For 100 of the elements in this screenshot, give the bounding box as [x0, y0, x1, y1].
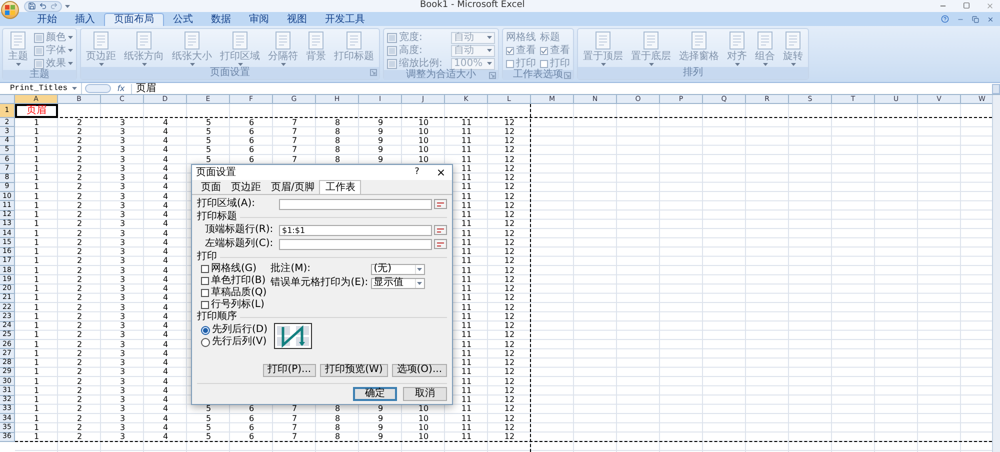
table-cell-text: 11 [460, 358, 473, 368]
table-cell-text: 12 [503, 174, 516, 183]
dialog-button[interactable]: 取消 [403, 386, 447, 401]
table-cell-text: 4 [162, 210, 170, 220]
dialog-tab[interactable]: 工作表 [319, 180, 362, 194]
dropdown-field[interactable]: (无) [370, 264, 425, 275]
dialog-tab[interactable]: 页眉/页脚 [266, 182, 320, 194]
table-cell-text: 11 [460, 322, 473, 331]
table-cell-text: 1 [32, 368, 40, 377]
table-cell-text: 5 [204, 404, 212, 414]
table-cell-text: 4 [162, 201, 170, 210]
table-cell-text: 1 [32, 303, 40, 312]
table-cell-text: 1 [32, 423, 40, 432]
table-cell-text: 11 [460, 368, 473, 377]
table-cell-text: 9 [376, 136, 384, 146]
table-cell-text: 2 [76, 146, 84, 155]
dialog-button[interactable]: 确定 [353, 386, 397, 401]
table-cell-text: 4 [162, 256, 170, 266]
table-cell-text: 8 [334, 136, 342, 146]
table-cell-text: 12 [503, 248, 516, 257]
radio-button[interactable]: 先列后行(D) [201, 324, 268, 336]
close-button[interactable]: × [434, 167, 448, 178]
ribbon-tab[interactable]: 开始 [28, 13, 66, 26]
dialog-tab[interactable]: 页面 [196, 182, 226, 194]
table-cell-text: 4 [162, 127, 170, 136]
table-cell-text: 11 [460, 155, 473, 164]
table-cell-text: 1 [32, 118, 40, 128]
table-cell-text: 12 [503, 404, 516, 414]
table-cell-text: 8 [334, 146, 342, 155]
table-cell-text: 8 [334, 404, 342, 414]
table-cell-text: 11 [460, 118, 473, 128]
table-cell-text: 3 [118, 340, 126, 350]
dialog-button[interactable]: 打印预览(W) [320, 364, 388, 377]
formula-field[interactable]: 页眉 [131, 84, 989, 94]
table-cell-text: 3 [118, 358, 126, 368]
table-cell-text: 11 [460, 266, 473, 276]
table-cell-text: 6 [248, 432, 256, 442]
table-cell-text: 12 [503, 136, 516, 146]
checkbox[interactable]: 网格线(G) [201, 263, 267, 276]
table-cell-text: 1 [32, 210, 40, 220]
field-label: 错误单元格打印为(E): [270, 278, 370, 288]
ribbon-tab[interactable]: 插入 [66, 13, 104, 26]
table-cell-text: 3 [118, 423, 126, 432]
table-cell-text: 4 [162, 303, 170, 312]
table-cell-text: 3 [118, 182, 126, 192]
table-cell-text: 1 [32, 238, 40, 248]
table-cell-text: 2 [76, 330, 84, 340]
ribbon-tab[interactable]: 审阅 [240, 13, 278, 26]
checkbox[interactable]: 单色打印(B) [201, 275, 267, 288]
table-cell-text: 2 [76, 377, 84, 386]
table-cell-text: 2 [76, 275, 84, 284]
group-heading: 网格线 [506, 31, 536, 44]
table-cell-text: 2 [76, 118, 84, 128]
section-heading: 打印标题 [197, 212, 237, 222]
radio-button[interactable]: 先行后列(V) [201, 336, 268, 348]
help-button[interactable]: ? [410, 168, 424, 178]
ribbon-tab[interactable]: 开发工具 [316, 13, 374, 26]
table-cell-text: 4 [162, 284, 170, 294]
table-cell-text: 12 [503, 340, 516, 350]
table-cell-text: 11 [460, 182, 473, 192]
table-cell-text: 2 [76, 136, 84, 146]
group-label: 主题 [30, 70, 50, 80]
table-cell-text: 12 [503, 155, 516, 164]
table-cell-text: 7 [290, 155, 298, 164]
dropdown-field[interactable]: 显示值 [370, 278, 425, 289]
table-cell-text: 4 [162, 340, 170, 350]
dialog-button[interactable]: 选项(O)... [392, 364, 447, 377]
input-field[interactable]: $1:$1 [279, 224, 432, 236]
table-cell-text: 11 [460, 303, 473, 312]
table-cell-text: 1 [32, 256, 40, 266]
table-cell-text: 12 [503, 396, 516, 405]
group-label: 工作表选项 [513, 70, 563, 80]
table-cell-text: 3 [118, 294, 126, 303]
ribbon-tab[interactable]: 公式 [164, 13, 202, 26]
table-cell-text: 7 [290, 423, 298, 432]
ribbon-tab[interactable]: 页面布局 [104, 13, 164, 26]
checkbox[interactable]: 行号列标(L) [201, 299, 267, 312]
table-cell-text: 4 [162, 229, 170, 238]
table-cell-text: 2 [76, 210, 84, 220]
table-cell-text: 1 [32, 164, 40, 174]
table-cell-text: 11 [460, 340, 473, 350]
table-cell-text: 6 [248, 155, 256, 164]
table-cell-text: 6 [248, 136, 256, 146]
table-cell-text: 1 [32, 266, 40, 276]
checkbox[interactable]: 草稿品质(Q) [201, 287, 267, 300]
ribbon-tab[interactable]: 视图 [278, 13, 316, 26]
insert-function-button[interactable]: fx [114, 84, 128, 92]
table-cell-text: 10 [417, 127, 430, 136]
table-cell-text: 1 [32, 377, 40, 386]
name-box[interactable]: Print_Titles [0, 83, 82, 94]
ribbon-tab[interactable]: 数据 [202, 13, 240, 26]
table-cell-text: 11 [460, 201, 473, 210]
dialog-tab[interactable]: 页边距 [226, 182, 266, 194]
table-cell-text: 5 [204, 136, 212, 146]
table-cell-text: 4 [162, 155, 170, 164]
table-cell-text: 11 [460, 386, 473, 396]
table-cell-text: 3 [118, 349, 126, 358]
table-cell-text: 4 [162, 312, 170, 322]
table-cell-text: 3 [118, 386, 126, 396]
dialog-button[interactable]: 打印(P)... [262, 364, 316, 377]
